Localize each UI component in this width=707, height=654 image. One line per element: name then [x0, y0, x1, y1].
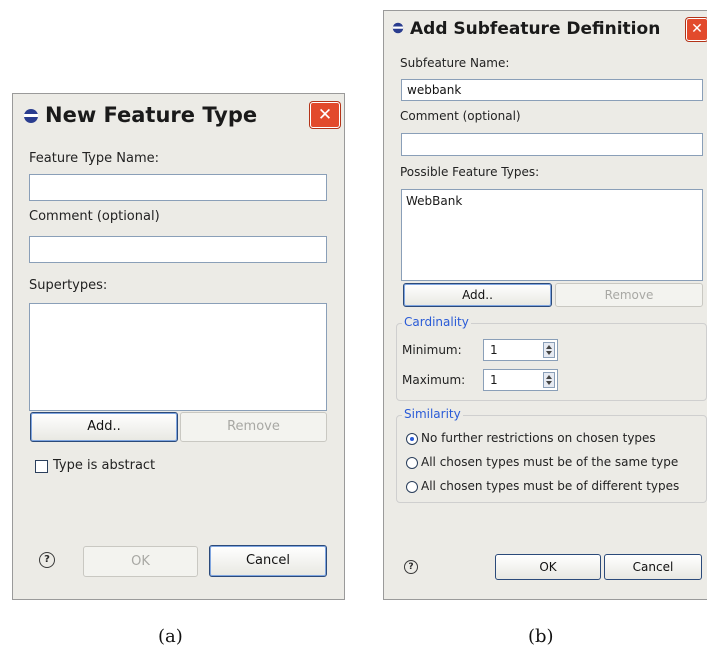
remove-button[interactable]: Remove	[555, 283, 703, 307]
minimum-spinner[interactable]: 1	[483, 339, 558, 361]
similarity-option-label: No further restrictions on chosen types	[421, 431, 656, 445]
minimum-value: 1	[490, 343, 498, 357]
possible-types-list[interactable]: WebBank	[401, 189, 703, 281]
comment-input[interactable]	[401, 133, 703, 156]
cancel-button[interactable]: Cancel	[209, 545, 327, 577]
titlebar: Add Subfeature Definition ✕	[384, 11, 707, 45]
comment-input[interactable]	[29, 236, 327, 263]
ok-button[interactable]: OK	[83, 546, 198, 577]
subfeature-name-input[interactable]: webbank	[401, 79, 703, 101]
similarity-title: Similarity	[402, 407, 463, 421]
spinner-arrows-icon[interactable]	[543, 342, 555, 358]
new-feature-type-dialog: New Feature Type ✕ Feature Type Name: Co…	[12, 93, 345, 600]
close-icon[interactable]: ✕	[310, 102, 340, 128]
abstract-checkbox[interactable]	[35, 460, 48, 473]
app-icon	[24, 109, 38, 123]
similarity-option-label: All chosen types must be of different ty…	[421, 479, 680, 493]
feature-type-name-label: Feature Type Name:	[29, 151, 159, 166]
ok-button[interactable]: OK	[495, 554, 601, 580]
minimum-label: Minimum:	[402, 343, 462, 357]
remove-button[interactable]: Remove	[180, 412, 327, 442]
add-button[interactable]: Add..	[403, 283, 552, 307]
caption-b: (b)	[528, 626, 554, 647]
add-button[interactable]: Add..	[30, 412, 178, 442]
supertypes-label: Supertypes:	[29, 278, 108, 293]
similarity-radio-same[interactable]	[406, 457, 418, 469]
similarity-radio-different[interactable]	[406, 481, 418, 493]
titlebar: New Feature Type ✕	[13, 94, 344, 138]
caption-a: (a)	[158, 626, 183, 647]
close-icon[interactable]: ✕	[686, 18, 707, 41]
dialog-title: New Feature Type	[45, 103, 258, 127]
feature-type-name-input[interactable]	[29, 174, 327, 201]
app-icon	[392, 22, 404, 34]
comment-label: Comment (optional)	[29, 209, 160, 224]
maximum-spinner[interactable]: 1	[483, 369, 558, 391]
similarity-option-label: All chosen types must be of the same typ…	[421, 455, 679, 469]
help-icon[interactable]: ?	[404, 560, 418, 574]
help-icon[interactable]: ?	[39, 552, 55, 568]
dialog-title: Add Subfeature Definition	[410, 19, 661, 39]
subfeature-name-label: Subfeature Name:	[400, 56, 510, 70]
maximum-value: 1	[490, 373, 498, 387]
possible-types-label: Possible Feature Types:	[400, 165, 540, 179]
supertypes-list[interactable]	[29, 303, 327, 411]
abstract-label: Type is abstract	[53, 458, 156, 473]
cardinality-title: Cardinality	[402, 315, 471, 329]
similarity-radio-none[interactable]	[406, 433, 418, 445]
list-item[interactable]: WebBank	[406, 194, 698, 208]
spinner-arrows-icon[interactable]	[543, 372, 555, 388]
add-subfeature-definition-dialog: Add Subfeature Definition ✕ Subfeature N…	[383, 10, 707, 600]
maximum-label: Maximum:	[402, 373, 466, 387]
cancel-button[interactable]: Cancel	[604, 554, 702, 580]
comment-label: Comment (optional)	[400, 109, 521, 123]
